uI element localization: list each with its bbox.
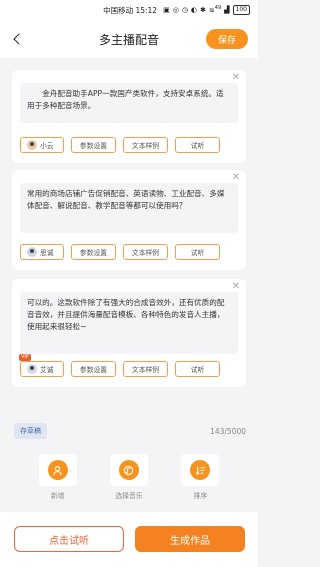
voice-selector[interactable]: 思诚 — [20, 244, 64, 260]
toolbar: 新增 选择音乐 排序 — [0, 448, 258, 512]
segment-text[interactable]: 可以的。这款软件除了有强大的合成音效外，还有优质的配音音效，并且提供海量配音模板… — [20, 292, 238, 354]
listen-button[interactable]: 试听 — [175, 137, 220, 153]
draft-bar: 存草稿 143/5000 — [0, 417, 258, 445]
carrier-time: 中国移动 15:12 — [103, 5, 158, 15]
save-button[interactable]: 保存 — [206, 29, 248, 49]
params-button[interactable]: 参数设置 — [71, 244, 116, 260]
wifi-icon: ≋49 — [208, 5, 222, 15]
bluetooth-icon: ✱ — [200, 6, 206, 14]
back-arrow-icon[interactable] — [10, 30, 24, 48]
tool-label: 新增 — [50, 492, 65, 500]
character-count: 143/5000 — [210, 426, 246, 436]
avatar — [27, 140, 37, 150]
add-segment-button[interactable]: 新增 — [28, 448, 88, 512]
try-listen-button[interactable]: 点击试听 — [14, 526, 124, 552]
segment-text[interactable]: 常用的商场店铺广告促销配音、英语读物、工业配音、多媒体配音、解说配音、教学配音等… — [20, 183, 238, 233]
add-segment-icon-box — [38, 454, 77, 486]
battery-indicator: 100 — [232, 5, 250, 15]
signal-icon: ▟ — [224, 6, 230, 14]
generate-button[interactable]: 生成作品 — [135, 526, 245, 552]
avatar — [27, 364, 37, 374]
segment-card: ✕ 金舟配音助手APP一款国产类软件，支持安卓系统。适用于多种配音场景。 小云 … — [12, 70, 246, 163]
segment-card: ✕ 可以的。这款软件除了有强大的合成音效外，还有优质的配音音效，并且提供海量配音… — [12, 279, 246, 387]
vip-badge: VIP — [19, 354, 31, 361]
sample-text-button[interactable]: 文本样例 — [123, 361, 168, 377]
wechat-icon: ◎ — [172, 6, 179, 14]
music-icon — [118, 460, 139, 480]
close-icon[interactable]: ✕ — [232, 173, 240, 183]
add-user-icon — [47, 460, 68, 480]
params-button[interactable]: 参数设置 — [71, 361, 116, 377]
bottom-action-bar: 点击试听 生成作品 — [0, 512, 258, 567]
avatar — [27, 247, 37, 257]
voice-name: 小云 — [40, 142, 54, 150]
tool-label: 排序 — [193, 492, 208, 500]
listen-button[interactable]: 试听 — [175, 244, 220, 260]
navigation-bar: 多主播配音 保存 — [0, 20, 258, 58]
segment-card: ✕ 常用的商场店铺广告促销配音、英语读物、工业配音、多媒体配音、解说配音、教学配… — [12, 170, 246, 270]
segment-actions: 思诚 参数设置 文本样例 试听 — [20, 244, 220, 260]
voice-selector[interactable]: VIP 艾诚 — [19, 354, 64, 377]
segment-actions: VIP 艾诚 参数设置 文本样例 试听 — [19, 354, 220, 377]
listen-button[interactable]: 试听 — [175, 361, 220, 377]
voice-name: 思诚 — [40, 249, 54, 257]
close-icon[interactable]: ✕ — [232, 73, 240, 83]
page-title: 多主播配音 — [98, 32, 159, 47]
silent-icon: ◐ — [190, 6, 198, 14]
segment-actions: 小云 参数设置 文本样例 试听 — [20, 137, 220, 153]
sort-icon — [190, 460, 211, 480]
alarm-icon: ◷ — [181, 6, 188, 14]
voice-name: 艾诚 — [40, 366, 54, 374]
sample-text-button[interactable]: 文本样例 — [123, 137, 168, 153]
close-icon[interactable]: ✕ — [232, 282, 240, 292]
tool-label: 选择音乐 — [115, 492, 143, 500]
sort-icon-box — [181, 454, 220, 486]
wifi-speed: 49 — [214, 5, 222, 12]
notification-icon: ▣ — [163, 6, 170, 14]
save-draft-button[interactable]: 存草稿 — [14, 423, 47, 439]
sample-text-button[interactable]: 文本样例 — [123, 244, 168, 260]
params-button[interactable]: 参数设置 — [71, 137, 116, 153]
status-icons: ▣ ◎ ◷ ◐ ✱ ≋49 ▟ 100 — [163, 5, 250, 15]
select-music-icon-box — [109, 454, 148, 486]
segment-text[interactable]: 金舟配音助手APP一款国产类软件，支持安卓系统。适用于多种配音场景。 — [20, 83, 238, 123]
status-bar: 中国移动 15:12 ▣ ◎ ◷ ◐ ✱ ≋49 ▟ 100 — [0, 0, 258, 20]
select-music-button[interactable]: 选择音乐 — [99, 448, 159, 512]
sort-button[interactable]: 排序 — [170, 448, 230, 512]
voice-selector[interactable]: 小云 — [20, 137, 64, 153]
